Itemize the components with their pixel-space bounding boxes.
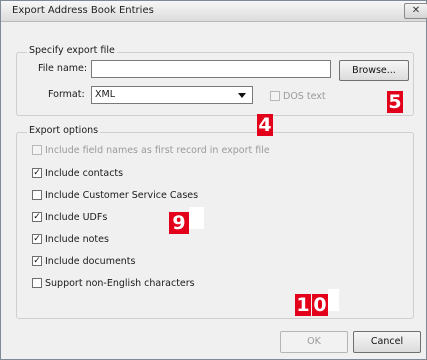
browse-button-label: Browse... xyxy=(352,65,396,76)
export-dialog: Export Address Book Entries ✕ Specify ex… xyxy=(0,0,427,360)
ok-button[interactable]: OK xyxy=(280,331,348,353)
option-checkbox-checked[interactable]: ✓ xyxy=(32,167,42,178)
cancel-button-label: Cancel xyxy=(370,336,404,347)
close-button[interactable]: ✕ xyxy=(404,3,427,19)
option-label: Support non-English characters xyxy=(45,278,195,289)
option-label: Include UDFs xyxy=(45,212,108,223)
callout-badge-4: 4 xyxy=(257,114,273,136)
title-bar: Export Address Book Entries ✕ xyxy=(1,1,427,22)
option-include-documents[interactable]: ✓ Include documents xyxy=(32,255,136,270)
ok-button-label: OK xyxy=(307,336,321,347)
option-include-customer-service-cases[interactable]: Include Customer Service Cases xyxy=(32,189,199,204)
file-name-label: File name: xyxy=(38,63,88,74)
option-checkbox[interactable] xyxy=(32,189,42,200)
option-include-contacts[interactable]: ✓ Include contacts xyxy=(32,167,124,182)
option-label: Include Customer Service Cases xyxy=(45,190,199,201)
callout-badge-9: 9 xyxy=(169,207,204,234)
option-label: Include documents xyxy=(45,256,136,267)
option-label: Include notes xyxy=(45,234,109,245)
option-include-udfs[interactable]: ✓ Include UDFs xyxy=(32,211,108,226)
window-title: Export Address Book Entries xyxy=(12,5,154,16)
close-icon: ✕ xyxy=(411,5,421,16)
format-label: Format: xyxy=(48,89,85,100)
export-options-group-label: Export options xyxy=(27,125,101,136)
callout-badge-10: 10 xyxy=(295,289,339,316)
file-name-input[interactable] xyxy=(91,60,331,78)
dos-text-option[interactable]: DOS text xyxy=(270,90,326,102)
dos-text-label: DOS text xyxy=(283,91,326,102)
option-label: Include field names as first record in e… xyxy=(45,145,270,156)
browse-button[interactable]: Browse... xyxy=(339,60,409,81)
chevron-down-icon xyxy=(238,93,246,98)
option-checkbox-checked[interactable]: ✓ xyxy=(32,233,42,244)
option-checkbox-checked[interactable]: ✓ xyxy=(32,255,42,266)
option-checkbox-checked[interactable]: ✓ xyxy=(32,211,42,222)
option-include-notes[interactable]: ✓ Include notes xyxy=(32,233,109,248)
dos-text-checkbox[interactable] xyxy=(270,90,280,101)
export-file-group-label: Specify export file xyxy=(27,45,117,56)
option-include-field-names[interactable]: Include field names as first record in e… xyxy=(32,144,270,159)
option-checkbox[interactable] xyxy=(32,144,42,155)
option-support-non-english[interactable]: Support non-English characters xyxy=(32,277,195,292)
cancel-button[interactable]: Cancel xyxy=(353,331,421,353)
callout-badge-5: 5 xyxy=(387,91,403,113)
option-label: Include contacts xyxy=(45,168,124,179)
format-select[interactable]: XML xyxy=(91,86,253,104)
option-checkbox[interactable] xyxy=(32,277,42,288)
format-select-value: XML xyxy=(95,89,115,100)
